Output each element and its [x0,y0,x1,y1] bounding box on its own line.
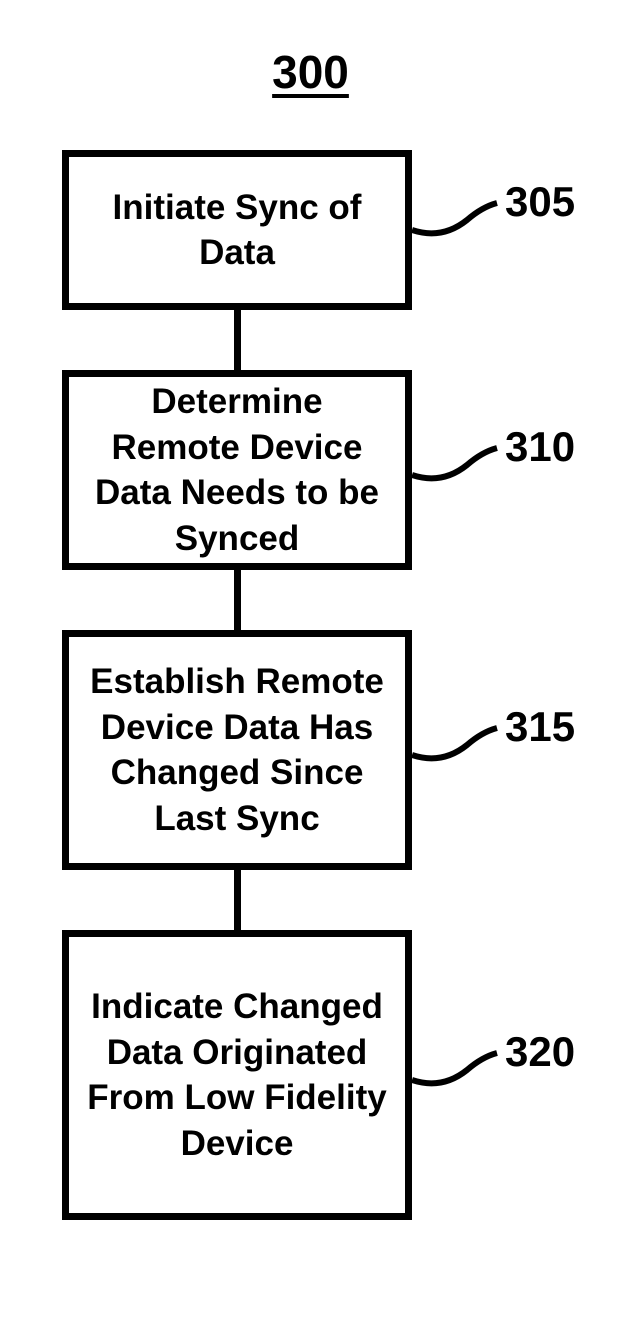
box-text: Determine Remote Device Data Needs to be… [84,379,390,561]
box-text: Initiate Sync of Data [84,185,390,276]
flowchart-box-310: Determine Remote Device Data Needs to be… [62,370,412,570]
box-text: Indicate Changed Data Originated From Lo… [84,984,390,1166]
label-315: 315 [505,703,575,751]
flowchart-container: 300 Initiate Sync of Data Determine Remo… [0,0,621,1343]
flowchart-box-305: Initiate Sync of Data [62,150,412,310]
curve-320 [412,1045,502,1105]
connector [234,570,241,630]
flowchart-box-320: Indicate Changed Data Originated From Lo… [62,930,412,1220]
box-text: Establish Remote Device Data Has Changed… [84,659,390,841]
flowchart: Initiate Sync of Data Determine Remote D… [62,150,412,1220]
label-310: 310 [505,423,575,471]
connector [234,870,241,930]
connector [234,310,241,370]
curve-310 [412,440,502,500]
curve-315 [412,720,502,780]
label-305: 305 [505,178,575,226]
flowchart-box-315: Establish Remote Device Data Has Changed… [62,630,412,870]
label-320: 320 [505,1028,575,1076]
figure-number: 300 [272,45,349,99]
curve-305 [412,195,502,255]
